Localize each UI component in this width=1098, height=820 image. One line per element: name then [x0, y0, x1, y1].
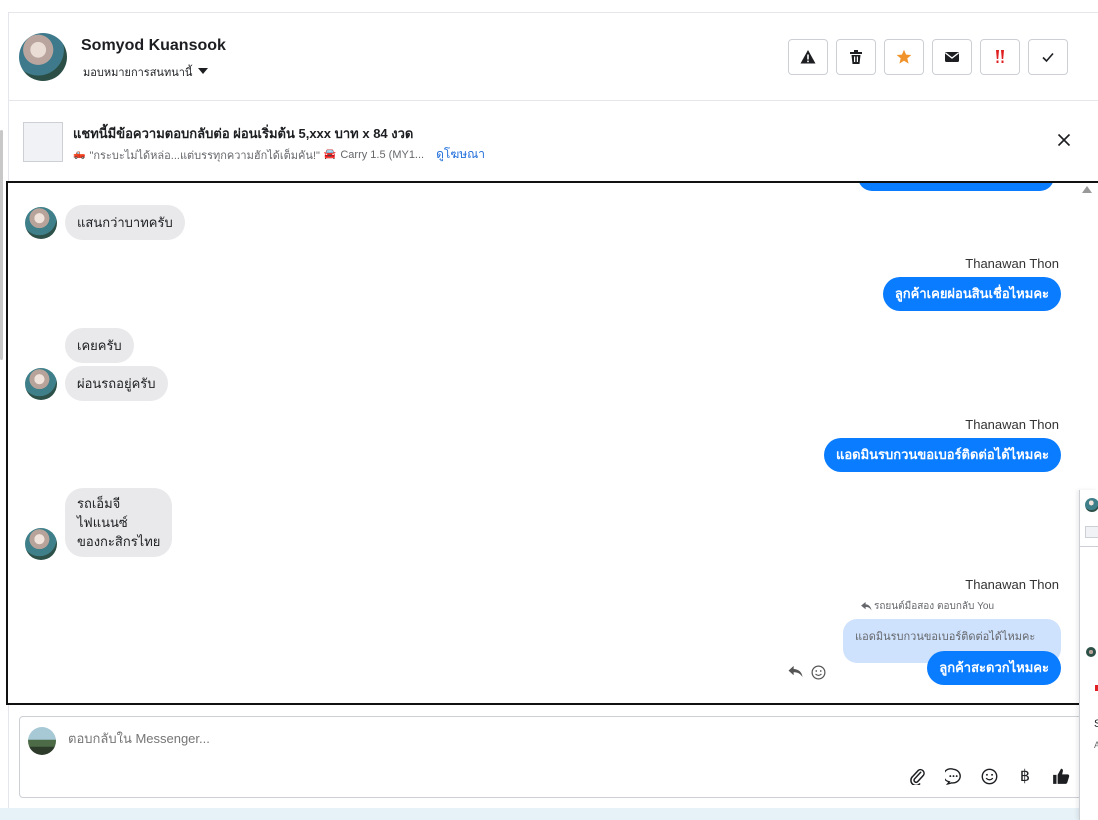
reply-input[interactable]	[68, 731, 968, 746]
avatar[interactable]	[19, 33, 67, 81]
message-line: รถเอ็มจี	[77, 496, 121, 511]
ad-title: แชทนี้มีข้อความตอบกลับต่อ ผ่อนเริ่มต้น 5…	[73, 126, 414, 141]
message-thread[interactable]: แสนกว่าบาทครับ Thanawan Thon ลูกค้าเคยผ่…	[6, 181, 1098, 705]
ad-subtitle-text: "กระบะไม่ได้หล่อ...แต่บรรทุกความฮักได้เต…	[89, 149, 320, 162]
message-bubble-outgoing[interactable]: แอดมินรบกวนขอเบอร์ติดต่อได้ไหมคะ	[823, 438, 1061, 472]
composer-toolbar: ฿	[906, 765, 1072, 787]
divider	[1080, 546, 1098, 547]
payment-button[interactable]: ฿	[1014, 765, 1036, 787]
emoji-reaction-icon[interactable]	[811, 665, 826, 680]
spam-button[interactable]	[788, 39, 828, 75]
reply-arrow-icon	[861, 602, 872, 611]
attach-button[interactable]	[906, 765, 928, 787]
sender-name: Thanawan Thon	[965, 256, 1059, 271]
check-icon	[1042, 52, 1054, 63]
car-icon: 🚘	[323, 149, 337, 160]
conversation-header: Somyod Kuansook มอบหมายการสนทนานี้	[9, 13, 1098, 101]
ad-subtitle-model: Carry 1.5 (MY1...	[340, 148, 425, 161]
avatar	[25, 368, 57, 400]
sender-name: Thanawan Thon	[965, 577, 1059, 592]
avatar	[25, 207, 57, 239]
message-bubble-incoming[interactable]: รถเอ็มจี ไฟแนนซ์ ของกะสิกรไทย	[65, 488, 173, 557]
car-icon: 🛻	[73, 149, 86, 160]
avatar	[1085, 498, 1098, 512]
assign-dropdown[interactable]: มอบหมายการสนทนานี้	[83, 63, 209, 81]
ad-subtitle: 🛻 "กระบะไม่ได้หล่อ...แต่บรรทุกความฮักได้…	[73, 145, 485, 164]
avatar	[25, 528, 57, 560]
follow-up-button[interactable]	[980, 39, 1020, 75]
image-thumbnail	[1085, 526, 1098, 538]
mark-done-button[interactable]	[1028, 39, 1068, 75]
contact-name[interactable]: Somyod Kuansook	[81, 37, 226, 55]
saved-reply-icon	[944, 767, 961, 785]
like-button[interactable]	[1050, 765, 1072, 787]
delete-button[interactable]	[836, 39, 876, 75]
mark-unread-button[interactable]	[932, 39, 972, 75]
message-bubble-incoming[interactable]: เคยครับ	[65, 328, 134, 363]
panel-sub: A	[1094, 740, 1098, 750]
side-panel-cutoff: S A	[1079, 490, 1098, 820]
like-icon	[1053, 768, 1070, 784]
assign-label: มอบหมายการสนทนานี้	[83, 67, 193, 79]
reply-icon[interactable]	[788, 665, 803, 678]
reply-meta: รถยนต์มือสอง ตอบกลับ You	[861, 599, 994, 614]
avatar	[28, 727, 56, 755]
ad-banner: แชทนี้มีข้อความตอบกลับต่อ ผ่อนเริ่มต้น 5…	[9, 102, 1098, 180]
scroll-up-arrow[interactable]	[1082, 186, 1092, 193]
chevron-down-icon	[198, 67, 209, 74]
view-ad-link[interactable]: ดูโฆษณา	[436, 145, 485, 164]
close-icon	[1057, 133, 1071, 147]
exclamation-icon	[996, 50, 1004, 63]
emoji-icon	[981, 768, 997, 784]
saved-reply-button[interactable]	[942, 765, 964, 787]
star-button[interactable]	[884, 39, 924, 75]
sender-name: Thanawan Thon	[965, 417, 1059, 432]
trash-icon	[850, 50, 862, 64]
emoji-button[interactable]	[978, 765, 1000, 787]
message-actions	[788, 665, 826, 680]
warning-icon	[800, 50, 816, 64]
message-line: ไฟแนนซ์	[77, 515, 128, 530]
message-line: ของกะสิกรไทย	[77, 534, 161, 549]
message-composer: ฿	[19, 716, 1089, 798]
message-bubble-outgoing[interactable]: ลูกค้าสะดวกไหมคะ	[927, 651, 1061, 685]
ad-thumbnail[interactable]	[23, 122, 63, 162]
message-bubble-incoming[interactable]: แสนกว่าบาทครับ	[65, 205, 185, 240]
attach-icon	[909, 768, 925, 785]
baht-icon: ฿	[1019, 768, 1031, 785]
message-bubble-cutoff[interactable]	[858, 183, 1054, 191]
inbox-page: Somyod Kuansook มอบหมายการสนทนานี้ แชทนี…	[0, 0, 1098, 820]
panel-initial: S	[1094, 718, 1098, 730]
reply-meta-text: รถยนต์มือสอง ตอบกลับ You	[873, 601, 994, 612]
avatar	[1086, 647, 1096, 657]
bottom-band	[0, 808, 1098, 820]
action-toolbar	[788, 39, 1068, 75]
star-icon	[896, 49, 912, 64]
envelope-icon	[945, 52, 959, 62]
left-scrollbar[interactable]	[0, 130, 3, 360]
close-button[interactable]	[1054, 130, 1074, 150]
message-bubble-outgoing[interactable]: ลูกค้าเคยผ่อนสินเชื่อไหมคะ	[882, 277, 1061, 311]
message-bubble-incoming[interactable]: ผ่อนรถอยู่ครับ	[65, 366, 168, 401]
